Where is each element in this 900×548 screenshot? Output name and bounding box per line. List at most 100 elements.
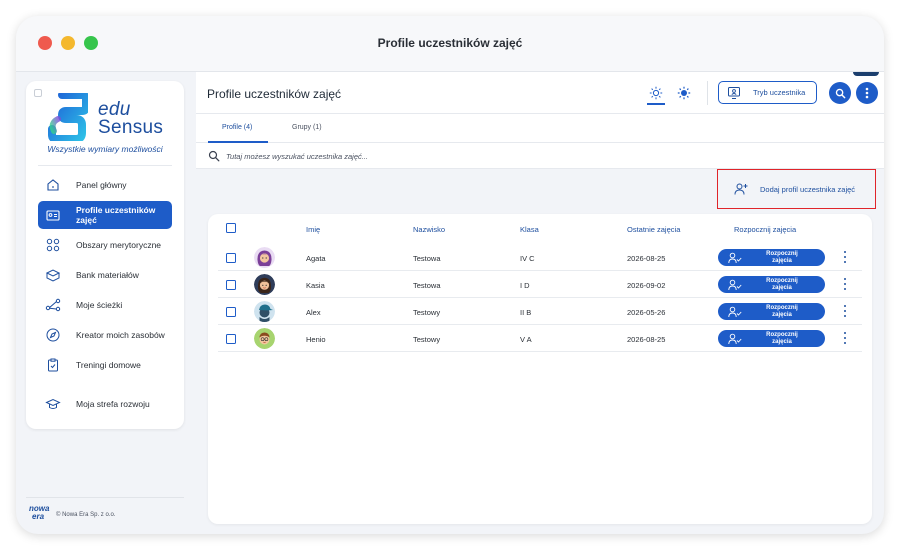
select-all-checkbox[interactable] [226, 223, 236, 233]
tab-profile[interactable]: Profile (4) [222, 124, 252, 131]
participant-mode-label: Tryb uczestnika [753, 88, 806, 97]
start-session-label: Rozpocznij zajęcia [766, 251, 798, 264]
start-session-button[interactable]: Rozpocznij zajęcia [718, 303, 825, 320]
row-options-icon[interactable] [842, 278, 848, 290]
add-participant-profile-button[interactable]: Dodaj profil uczestnika zajęć [717, 169, 876, 209]
search-input[interactable] [226, 148, 626, 164]
table-row[interactable]: Agata Testowa IV C 2026-08-25 Rozpocznij… [218, 244, 862, 271]
footer-logo-line2: era [32, 512, 45, 521]
sidebar-divider [38, 165, 172, 166]
more-options-button[interactable] [856, 82, 878, 104]
participant-mode-button[interactable]: Tryb uczestnika [718, 81, 817, 104]
compass-icon [44, 326, 62, 344]
sidebar-item-panel-glowny[interactable]: Panel główny [38, 172, 172, 198]
last-session: 2026-05-26 [627, 308, 666, 317]
row-checkbox[interactable] [226, 307, 236, 317]
class: V A [520, 335, 532, 344]
boy-glasses-avatar-icon [254, 328, 275, 349]
girl-purple-hair-avatar-icon [254, 247, 275, 268]
copyright-text: © Nowa Era Sp. z o.o. [56, 512, 116, 518]
title-bar: Profile uczestników zajęć [16, 16, 884, 72]
sidebar-item-bank[interactable]: Bank materiałów [38, 262, 172, 288]
start-session-button[interactable]: Rozpocznij zajęcia [718, 276, 825, 293]
participants-table: Imię Nazwisko Klasa Ostatnie zajęcia Roz… [208, 214, 872, 524]
sidebar-item-label: Kreator moich zasobów [76, 330, 165, 340]
page-title: Profile uczestników zajęć [207, 87, 342, 101]
search-bar [196, 143, 884, 169]
row-checkbox[interactable] [226, 334, 236, 344]
sidebar-item-label: Profile uczestników zajęć [76, 205, 156, 225]
table-row[interactable]: Alex Testowy II B 2026-05-26 Rozpocznij … [218, 298, 862, 325]
first-name: Henio [306, 335, 326, 344]
tagline: Wszystkie wymiary możliwości [47, 144, 163, 154]
row-options-icon[interactable] [842, 332, 848, 344]
row-options-icon[interactable] [842, 305, 848, 317]
row-checkbox[interactable] [226, 280, 236, 290]
user-check-icon [728, 252, 742, 264]
sidebar-item-label: Obszary merytoryczne [76, 240, 162, 250]
search-button[interactable] [829, 82, 851, 104]
last-name: Testowa [413, 254, 441, 263]
logo-text-sensus: Sensus [98, 117, 164, 138]
avatar [254, 247, 275, 268]
avatar [254, 301, 275, 322]
sidebar: edu Sensus Wszystkie wymiary możliwości … [26, 81, 184, 429]
sidebar-item-label: Moje ścieżki [76, 300, 123, 310]
tab-bar: Profile (4) Grupy (1) [196, 114, 884, 143]
sidebar-item-sciezki[interactable]: Moje ścieżki [38, 292, 172, 318]
start-session-button[interactable]: Rozpocznij zajęcia [718, 249, 825, 266]
main-header: Profile uczestników zajęć Tryb uczestnik… [196, 72, 884, 114]
start-session-label: Rozpocznij zajęcia [766, 278, 798, 291]
column-header-class[interactable]: Klasa [520, 225, 539, 234]
light-theme-icon[interactable] [648, 85, 664, 101]
first-name: Agata [306, 254, 326, 263]
column-header-first-name[interactable]: Imię [306, 225, 320, 234]
class: II B [520, 308, 532, 317]
last-session: 2026-08-25 [627, 254, 666, 263]
first-name: Alex [306, 308, 321, 317]
boy-cap-avatar-icon [254, 301, 275, 322]
home-icon [44, 176, 62, 194]
table-row[interactable]: Henio Testowy V A 2026-08-25 Rozpocznij … [218, 325, 862, 352]
start-session-button[interactable]: Rozpocznij zajęcia [718, 330, 825, 347]
path-icon [44, 296, 62, 314]
class: I D [520, 281, 530, 290]
sidebar-footer-divider [26, 497, 184, 498]
row-options-icon[interactable] [842, 251, 848, 263]
sidebar-item-treningi[interactable]: Treningi domowe [38, 352, 172, 378]
user-check-icon [728, 306, 742, 318]
column-header-last-name[interactable]: Nazwisko [413, 225, 445, 234]
girl-dark-hair-avatar-icon [254, 274, 275, 295]
sidebar-item-obszary[interactable]: Obszary merytoryczne [38, 232, 172, 258]
sidebar-item-label: Panel główny [76, 180, 127, 190]
nowa-era-logo: nowa era [29, 505, 51, 525]
first-name: Kasia [306, 281, 325, 290]
search-icon [835, 88, 845, 98]
last-name: Testowa [413, 281, 441, 290]
user-avatar[interactable] [853, 72, 879, 76]
sidebar-item-label: Moja strefa rozwoju [76, 399, 150, 409]
collapse-sidebar-icon[interactable] [34, 89, 42, 97]
tab-grupy[interactable]: Grupy (1) [292, 124, 322, 131]
clipboard-icon [44, 356, 62, 374]
sidebar-item-strefa-rozwoju[interactable]: Moja strefa rozwoju [38, 391, 172, 417]
sidebar-item-kreator[interactable]: Kreator moich zasobów [38, 322, 172, 348]
id-card-icon [44, 206, 62, 224]
box-icon [44, 266, 62, 284]
start-session-label: Rozpocznij zajęcia [766, 305, 798, 318]
high-contrast-theme-icon[interactable] [676, 85, 692, 101]
edusensus-logo-icon [48, 93, 88, 141]
sidebar-item-label: Bank materiałów [76, 270, 139, 280]
sidebar-item-profile[interactable]: Profile uczestników zajęć [38, 201, 172, 229]
grid-icon [44, 236, 62, 254]
monitor-user-icon [727, 86, 741, 100]
last-session: 2026-09-02 [627, 281, 666, 290]
last-name: Testowy [413, 308, 441, 317]
table-row[interactable]: Kasia Testowa I D 2026-09-02 Rozpocznij … [218, 271, 862, 298]
window-title: Profile uczestników zajęć [377, 36, 523, 50]
start-session-label: Rozpocznij zajęcia [766, 332, 798, 345]
column-header-last-session[interactable]: Ostatnie zajęcia [627, 225, 680, 234]
avatar [254, 328, 275, 349]
row-checkbox[interactable] [226, 253, 236, 263]
last-session: 2026-08-25 [627, 335, 666, 344]
